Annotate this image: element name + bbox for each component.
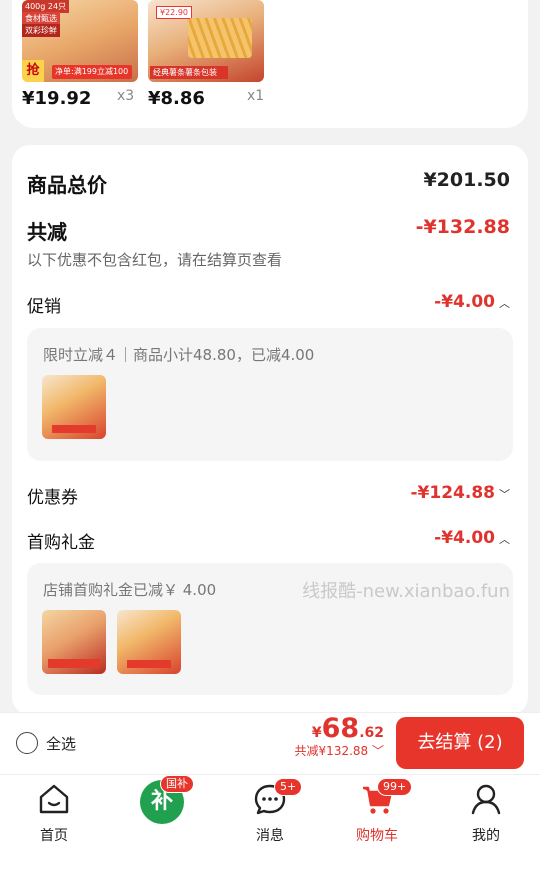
- grab-badge: 抢: [22, 60, 44, 82]
- cart-badge: 99+: [377, 778, 413, 796]
- checkout-discount-text: 共减¥132.88: [294, 744, 369, 758]
- gift-row[interactable]: 首购礼金 -¥4.00 ︿: [27, 528, 510, 553]
- discount-note-row: 以下优惠不包含红包，请在结算页查看: [27, 249, 510, 270]
- chevron-down-icon[interactable]: ﹀: [499, 488, 510, 501]
- discount-label: 共减: [27, 220, 67, 244]
- tab-cart[interactable]: 99+ 购物车: [337, 778, 417, 845]
- total-label: 商品总价: [27, 173, 107, 197]
- currency-symbol: ¥: [311, 725, 322, 741]
- item-qty: x1: [247, 88, 265, 104]
- item-qty: x3: [117, 88, 135, 104]
- cart-items-card: 400g 24只 食材甄选 双彩珍鲜 抢 净单:满199立减100 ¥22.90…: [12, 0, 528, 128]
- gift-detail: 店铺首购礼金已减￥ 4.00: [43, 581, 217, 599]
- coupon-row[interactable]: 优惠券 -¥124.88 ﹀: [27, 483, 510, 508]
- image-strip: 净单:满199立减100: [52, 65, 132, 79]
- select-all-label[interactable]: 全选: [46, 733, 76, 754]
- image-tag: 双彩珍鲜: [22, 24, 60, 37]
- tab-label: 消息: [256, 828, 284, 844]
- item-price: ¥19.92: [22, 88, 92, 109]
- chevron-up-icon[interactable]: ︿: [499, 297, 510, 310]
- amount-decimal: .62: [359, 725, 384, 741]
- tab-home[interactable]: 首页: [14, 781, 94, 845]
- promo-value: -¥4.00: [434, 292, 495, 312]
- home-icon: [14, 781, 94, 817]
- tab-label: 首页: [40, 828, 68, 844]
- promo-value-wrap: -¥4.00 ︿: [434, 292, 510, 312]
- gift-product-thumb[interactable]: [42, 610, 106, 674]
- bottom-tab-bar: 首页 补 国补 5+ 消息 99+ 购物车 我的: [0, 774, 540, 887]
- total-value: ¥201.50: [423, 169, 510, 191]
- item-price: ¥8.86: [148, 88, 205, 109]
- watermark-text: 线报酷-new.xianbao.fun: [302, 581, 510, 602]
- tab-label: 我的: [472, 828, 500, 844]
- gift-value: -¥4.00: [434, 528, 495, 548]
- discount-note: 以下优惠不包含红包，请在结算页查看: [27, 251, 283, 269]
- coupon-value-wrap: -¥124.88 ﹀: [411, 483, 511, 503]
- checkout-bar: 全选 ¥68.62 共减¥132.88 ﹀ 去结算 (2): [0, 712, 540, 774]
- amount-integer: 68: [321, 713, 360, 744]
- total-row: 商品总价 ¥201.50: [27, 169, 510, 198]
- promo-product-thumb[interactable]: [42, 375, 106, 439]
- promo-detail-panel: 限时立减４｜商品小计48.80，已减4.00: [27, 328, 513, 461]
- coupon-label: 优惠券: [27, 488, 78, 508]
- product-image-dumplings[interactable]: 400g 24只 食材甄选 双彩珍鲜 抢 净单:满199立减100: [22, 0, 138, 82]
- discount-value: -¥132.88: [415, 216, 510, 238]
- tab-subsidy[interactable]: 补 国补: [122, 775, 202, 824]
- subsidy-badge: 国补: [160, 775, 194, 793]
- promo-label: 促销: [27, 297, 61, 317]
- price-summary-card: 商品总价 ¥201.50 共减 -¥132.88 以下优惠不包含红包，请在结算页…: [12, 145, 528, 715]
- subsidy-icon: 补 国补: [122, 775, 202, 824]
- gift-value-wrap: -¥4.00 ︿: [434, 528, 510, 548]
- promo-detail: 限时立减４｜商品小计48.80，已减4.00: [43, 346, 315, 364]
- profile-icon: [446, 781, 526, 817]
- checkout-button[interactable]: 去结算 (2): [396, 717, 524, 769]
- gift-label: 首购礼金: [27, 533, 95, 553]
- image-strip: 经典薯条薯条包装2kg: [150, 66, 228, 82]
- promo-row[interactable]: 促销 -¥4.00 ︿: [27, 292, 510, 317]
- chevron-down-icon: ﹀: [368, 744, 384, 758]
- tab-messages[interactable]: 5+ 消息: [230, 778, 310, 845]
- pay-amount: ¥68.62: [295, 713, 384, 744]
- chevron-up-icon[interactable]: ︿: [499, 533, 510, 546]
- tab-profile[interactable]: 我的: [446, 781, 526, 845]
- gift-product-thumb[interactable]: [117, 610, 181, 674]
- image-price: ¥22.90: [156, 6, 192, 19]
- coupon-value: -¥124.88: [410, 483, 496, 503]
- total-amount: ¥68.62 共减¥132.88 ﹀: [295, 713, 384, 759]
- tab-label: 购物车: [356, 828, 398, 844]
- message-icon: 5+: [230, 778, 310, 817]
- product-image-fries[interactable]: ¥22.90 经典薯条薯条包装2kg: [148, 0, 264, 82]
- fries-graphic: [188, 18, 252, 58]
- cart-icon: 99+: [337, 778, 417, 817]
- checkout-discount[interactable]: 共减¥132.88 ﹀: [295, 742, 384, 759]
- discount-row: 共减 -¥132.88: [27, 216, 510, 245]
- select-all-radio[interactable]: [16, 732, 38, 754]
- message-badge: 5+: [274, 778, 303, 796]
